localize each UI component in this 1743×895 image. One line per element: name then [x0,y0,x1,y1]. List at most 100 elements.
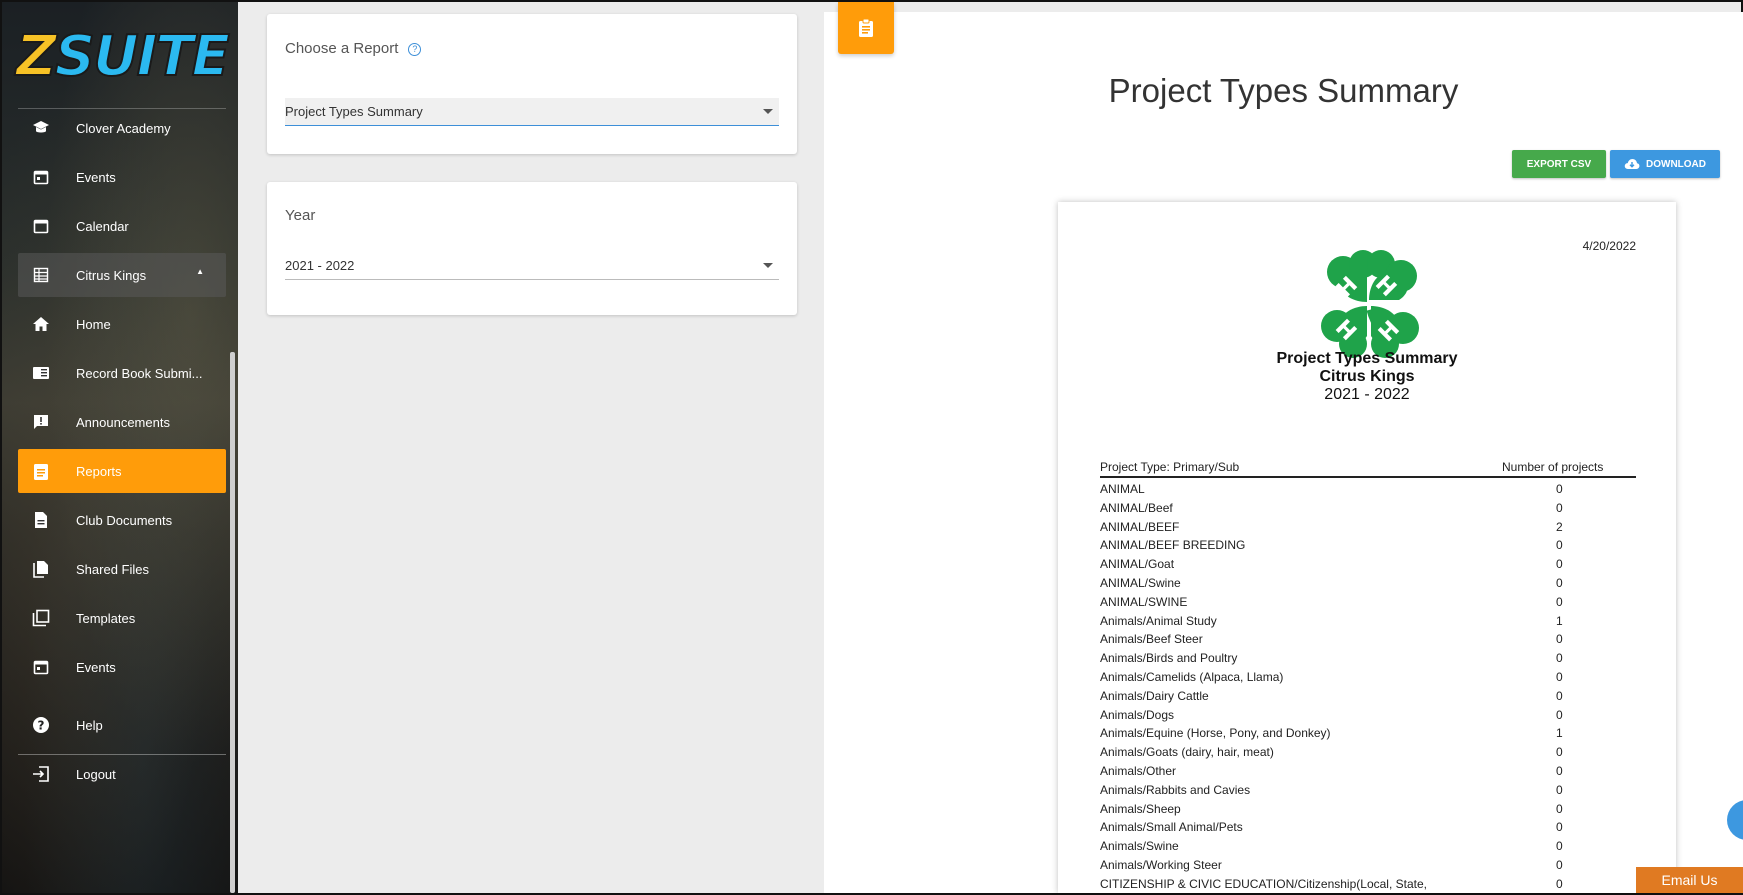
sidebar-item-label: Events [76,169,116,185]
caret-up-icon: ▲ [196,267,204,276]
project-count-cell: 0 [1556,575,1563,590]
table-row: Animals/Birds and Poultry 0 [1100,649,1636,668]
files-icon [30,558,52,580]
svg-text:?: ? [38,719,45,733]
sidebar-item-clover-academy[interactable]: Clover Academy [18,106,226,150]
project-type-cell: Animals/Equine (Horse, Pony, and Donkey) [1100,726,1331,741]
report-select-card: Choose a Report? Project Types Summary [267,14,797,154]
sidebar-scrollbar[interactable] [230,352,235,893]
project-type-cell: ANIMAL/SWINE [1100,594,1188,609]
zsuite-logo[interactable]: Z SUITE [15,16,231,96]
email-us-button[interactable]: Email Us [1636,867,1743,893]
sidebar-item-label: Shared Files [76,561,149,577]
report-clipboard-tab[interactable] [838,2,894,54]
project-type-cell: Animals/Birds and Poultry [1100,651,1238,666]
project-type-cell: Animals/Animal Study [1100,613,1217,628]
download-label: DOWNLOAD [1646,158,1706,170]
calendar-event-icon [30,166,52,188]
sidebar-item-announcements[interactable]: Announcements [18,400,226,444]
project-type-cell: Animals/Goats (dairy, hair, meat) [1100,745,1274,760]
clipboard-icon [859,18,873,37]
sidebar-item-label: Record Book Submi... [76,365,203,381]
sidebar-item-club-documents[interactable]: Club Documents [18,498,226,542]
project-type-cell: Animals/Small Animal/Pets [1100,820,1243,835]
download-button[interactable]: DOWNLOAD [1610,150,1720,178]
help-circle-icon[interactable]: ? [408,43,422,56]
sidebar-item-reports[interactable]: Reports [18,449,226,493]
col-number-of-projects: Number of projects [1502,460,1604,474]
project-count-cell: 0 [1556,557,1563,572]
sidebar-item-calendar[interactable]: Calendar [18,204,226,248]
year-select[interactable]: 2021 - 2022 [285,252,779,280]
table-row: Animals/Swine 0 [1100,837,1636,856]
table-row: Animals/Rabbits and Cavies 0 [1100,781,1636,800]
sidebar-item-help[interactable]: ? Help [18,703,226,747]
templates-icon [30,607,52,629]
export-csv-button[interactable]: EXPORT CSV [1512,150,1606,178]
home-icon [30,313,52,335]
project-type-cell: Animals/Rabbits and Cavies [1100,782,1251,797]
report-club-name: Citrus Kings [1319,368,1415,385]
sidebar-item-citrus-kings[interactable]: Citrus Kings ▲ [18,253,226,297]
sidebar: Z SUITE Clover Academy Events Calendar Citru… [2,2,238,893]
project-count-cell: 1 [1556,613,1563,628]
report-select[interactable]: Project Types Summary [285,98,779,126]
sidebar-item-home[interactable]: Home [18,302,226,346]
sidebar-item-shared-files[interactable]: Shared Files [18,547,226,591]
calendar-event-icon [30,656,52,678]
project-count-cell: 0 [1556,707,1563,722]
project-type-cell: ANIMAL/Swine [1100,575,1181,590]
sidebar-item-label: Home [76,316,111,332]
report-page-title: Project Types Summary [1108,72,1459,109]
project-count-cell: 0 [1556,839,1563,854]
table-row: Animals/Other 0 [1100,762,1636,781]
table-row: Animals/Animal Study 1 [1100,612,1636,631]
project-count-cell: 0 [1556,594,1563,609]
project-type-cell: Animals/Working Steer [1100,857,1222,872]
table-row: Animals/Equine (Horse, Pony, and Donkey)… [1100,724,1636,743]
project-count-cell: 0 [1556,651,1563,666]
project-type-cell: Animals/Dogs [1100,707,1175,722]
announcement-icon [30,411,52,433]
project-type-cell: ANIMAL/Goat [1100,557,1175,572]
calendar-icon [30,215,52,237]
project-count-cell: 2 [1556,519,1563,534]
report-label-text: Choose a Report [285,40,399,57]
clipboard-icon [30,460,52,482]
project-count-cell: 0 [1556,632,1563,647]
sidebar-item-events[interactable]: Events [18,155,226,199]
sidebar-item-label: Logout [76,766,116,782]
dropdown-arrow-icon [763,263,773,268]
table-row: ANIMAL/BEEF BREEDING 0 [1100,536,1636,555]
table-row: Animals/Dogs 0 [1100,706,1636,725]
table-row: Animals/Camelids (Alpaca, Llama) 0 [1100,668,1636,687]
sidebar-item-templates[interactable]: Templates [18,596,226,640]
book-icon [30,362,52,384]
sidebar-item-label: Templates [76,610,136,626]
project-type-cell: Animals/Beef Steer [1100,632,1203,647]
project-count-cell: 0 [1556,500,1563,515]
report-table-header: Project Type: Primary/Sub Number of proj… [1100,458,1636,478]
graduation-cap-icon [30,117,52,139]
project-count-cell: 0 [1556,745,1563,760]
project-type-cell: Animals/Swine [1100,839,1179,854]
sidebar-item-label: Reports [76,463,122,479]
help-icon: ? [30,714,52,736]
table-row: Animals/Goats (dairy, hair, meat) 0 [1100,743,1636,762]
sidebar-item-events[interactable]: Events [18,645,226,689]
report-heading: Project Types Summary [1276,350,1458,367]
logo-suite: SUITE [54,23,231,90]
year-label: Year [285,207,316,224]
document-icon [30,509,52,531]
project-count-cell: 0 [1556,801,1563,816]
project-type-cell: ANIMAL/BEEF BREEDING [1100,538,1246,553]
project-type-cell: Animals/Camelids (Alpaca, Llama) [1100,669,1284,684]
table-row: ANIMAL 0 [1100,480,1636,499]
4h-clover-logo: H H H H [1321,250,1419,358]
report-document: 4/20/2022 H H H H Project Types Summary … [1058,202,1676,893]
project-count-cell: 0 [1556,820,1563,835]
sidebar-item-logout[interactable]: Logout [18,752,226,796]
email-us-label: Email Us [1661,872,1718,888]
table-icon [30,264,52,286]
sidebar-item-record-book-submi[interactable]: Record Book Submi... [18,351,226,395]
